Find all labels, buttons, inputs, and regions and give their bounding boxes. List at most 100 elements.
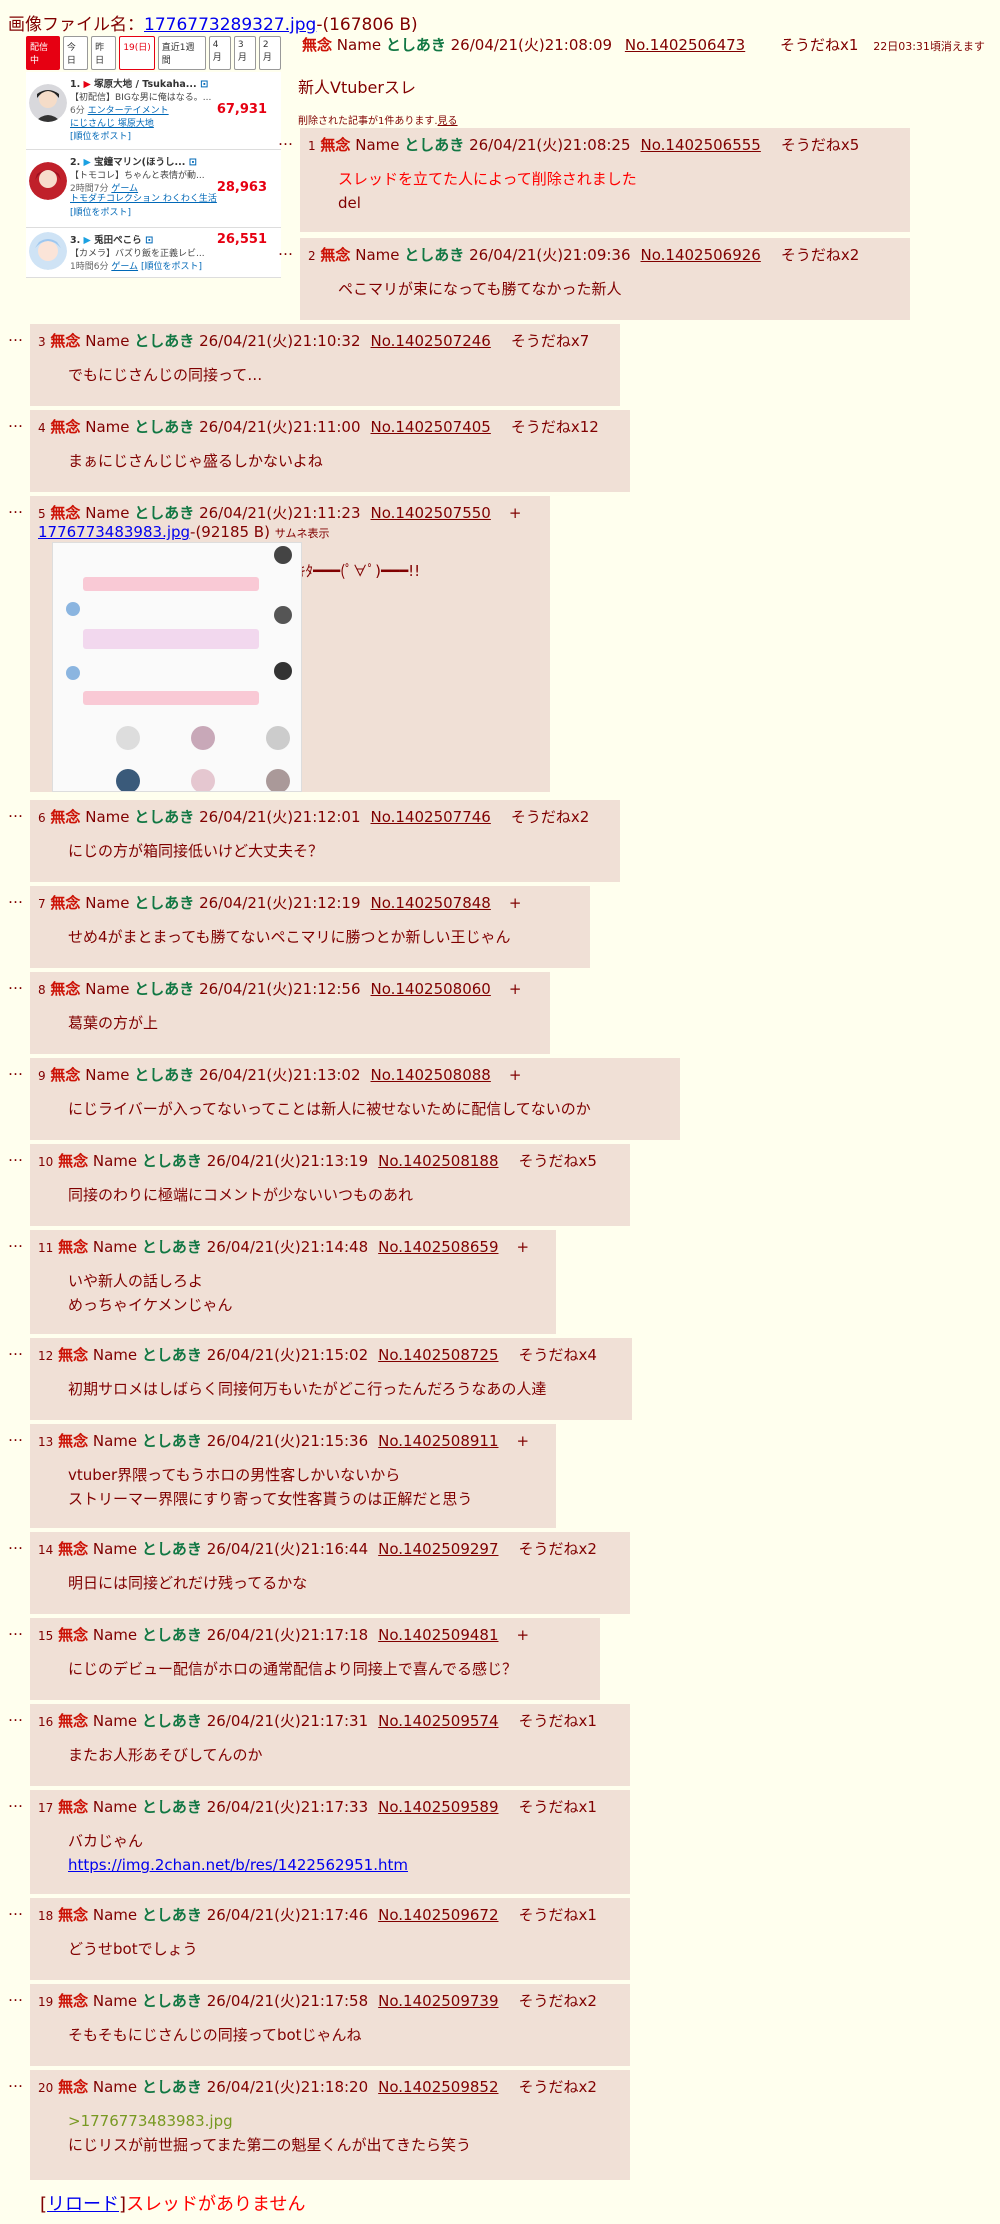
menu-dots[interactable]: … — [8, 2073, 23, 2091]
post-number[interactable]: No.1402507550 — [371, 504, 491, 522]
reply-body: いや新人の話しろよ めっちゃイケメンじゃん — [68, 1269, 544, 1317]
sodane-button[interactable]: + — [509, 504, 522, 522]
reply-body: 同接のわりに極端にコメントが少ないいつものあれ — [68, 1183, 618, 1207]
post-number[interactable]: No.1402506926 — [641, 246, 761, 264]
sodane-button[interactable]: そうだねx2 — [519, 2078, 597, 2096]
menu-dots[interactable]: … — [8, 1147, 23, 1165]
post-number[interactable]: No.1402507246 — [371, 332, 491, 350]
sodane-button[interactable]: そうだねx7 — [511, 332, 589, 350]
post-number[interactable]: No.1402508060 — [371, 980, 491, 998]
menu-dots[interactable]: … — [8, 803, 23, 821]
post-date: 26/04/21(火)21:18:20 — [206, 2078, 369, 2096]
reply-body-line: ストリーマー界隈にすり寄って女性客貰うのは正解だと思う — [68, 1490, 473, 1508]
sodane-button[interactable]: そうだねx1 — [519, 1798, 597, 1816]
sodane-button[interactable]: そうだねx1 — [780, 36, 858, 54]
image-link[interactable]: 1776773483983.jpg — [38, 523, 190, 541]
name-label: Name — [92, 1540, 138, 1558]
tab-week[interactable]: 直近1週間 — [157, 36, 206, 70]
menu-dots[interactable]: … — [8, 1987, 23, 2005]
tab-yesterday[interactable]: 昨日 — [91, 36, 117, 70]
post-number[interactable]: No.1402509481 — [378, 1626, 498, 1644]
sodane-button[interactable]: + — [517, 1238, 530, 1256]
post-number[interactable]: No.1402508911 — [378, 1432, 498, 1450]
post-date: 26/04/21(火)21:13:02 — [199, 1066, 361, 1084]
post-number[interactable]: No.1402509589 — [378, 1798, 498, 1816]
menu-dots[interactable]: … — [8, 413, 23, 431]
menu-dots[interactable]: … — [8, 1901, 23, 1919]
post-number[interactable]: No.1402509574 — [378, 1712, 498, 1730]
menu-dots[interactable]: … — [278, 241, 293, 259]
bookmark-icon[interactable]: ⊡ — [145, 235, 153, 246]
post-number[interactable]: No.1402508659 — [378, 1238, 498, 1256]
sodane-button[interactable]: そうだねx2 — [519, 1992, 597, 2010]
menu-dots[interactable]: … — [8, 1233, 23, 1251]
reload-link[interactable]: リロード — [47, 2194, 119, 2215]
thumbnail-toggle[interactable]: サムネ表示 — [275, 527, 330, 540]
menu-dots[interactable]: … — [8, 327, 23, 345]
sodane-button[interactable]: そうだねx2 — [781, 246, 859, 264]
post-rank-link[interactable]: [順位をポスト] — [141, 262, 202, 272]
menu-dots[interactable]: … — [8, 1341, 23, 1359]
tab-april[interactable]: 4月 — [208, 36, 231, 70]
reply-number: 9 — [38, 1069, 46, 1083]
tab-19[interactable]: 19(日) — [119, 36, 155, 70]
sodane-button[interactable]: + — [509, 894, 522, 912]
menu-dots[interactable]: … — [8, 499, 23, 517]
post-number[interactable]: No.1402509852 — [378, 2078, 498, 2096]
post-number[interactable]: No.1402509297 — [378, 1540, 498, 1558]
sodane-button[interactable]: そうだねx12 — [511, 418, 599, 436]
sodane-button[interactable]: そうだねx2 — [511, 808, 589, 826]
menu-dots[interactable]: … — [8, 1793, 23, 1811]
post-number[interactable]: No.1402506555 — [641, 136, 761, 154]
sodane-button[interactable]: そうだねx5 — [781, 136, 859, 154]
post-rank-link[interactable]: [順位をポスト] — [70, 205, 277, 218]
sodane-button[interactable]: そうだねx1 — [519, 1712, 597, 1730]
menu-dots[interactable]: … — [8, 1535, 23, 1553]
op-body: 新人Vtuberスレ — [298, 78, 416, 97]
post-number[interactable]: No.1402507405 — [371, 418, 491, 436]
sodane-button[interactable]: + — [517, 1432, 530, 1450]
ranking-item[interactable]: 3. ▶ 兎田ぺこら ⊡ 【カメラ】バズり飯を正義レビ... 1時間6分 ゲーム… — [26, 228, 281, 278]
post-number[interactable]: No.1402508725 — [378, 1346, 498, 1364]
sodane-button[interactable]: そうだねx5 — [519, 1152, 597, 1170]
menu-dots[interactable]: … — [8, 889, 23, 907]
sodane-button[interactable]: そうだねx1 — [519, 1906, 597, 1924]
sodane-button[interactable]: + — [517, 1626, 530, 1644]
sodane-button[interactable]: + — [509, 1066, 522, 1084]
post-number[interactable]: No.1402507746 — [371, 808, 491, 826]
menu-dots[interactable]: … — [8, 975, 23, 993]
post-number[interactable]: No.1402509672 — [378, 1906, 498, 1924]
name-label: Name — [92, 1626, 138, 1644]
menu-dots[interactable]: … — [8, 1621, 23, 1639]
file-link[interactable]: 1776773289327.jpg — [144, 15, 316, 35]
sodane-button[interactable]: そうだねx2 — [519, 1540, 597, 1558]
post-number[interactable]: No.1402508188 — [378, 1152, 498, 1170]
thread-link[interactable]: https://img.2chan.net/b/res/1422562951.h… — [68, 1856, 408, 1874]
post-rank-link[interactable]: [順位をポスト] — [70, 129, 277, 142]
tab-today[interactable]: 今日 — [62, 36, 89, 70]
bookmark-icon[interactable]: ⊡ — [189, 157, 197, 168]
reply-body-line: またお人形あそびしてんのか — [68, 1746, 263, 1764]
menu-dots[interactable]: … — [8, 1061, 23, 1079]
post-number[interactable]: No.1402507848 — [371, 894, 491, 912]
tab-feb[interactable]: 2月 — [258, 36, 281, 70]
menu-dots[interactable]: … — [8, 1707, 23, 1725]
reply-body-line: そもそもにじさんじの同接ってbotじゃんね — [68, 2026, 362, 2044]
sodane-button[interactable]: + — [509, 980, 522, 998]
name-label: Name — [92, 1798, 138, 1816]
ranking-widget: 配信中 今日 昨日 19(日) 直近1週間 4月 3月 2月 1. ▶ 塚原大地… — [26, 34, 281, 278]
post-number[interactable]: No.1402506473 — [625, 36, 745, 54]
post-thumbnail[interactable] — [52, 542, 302, 792]
sodane-button[interactable]: そうだねx4 — [519, 1346, 597, 1364]
ranking-item[interactable]: 2. ▶ 宝鐘マリン(ほうし... ⊡ 【トモコレ】ちゃんと表情が動... 2時… — [26, 150, 281, 228]
tab-march[interactable]: 3月 — [233, 36, 256, 70]
menu-dots[interactable]: … — [8, 1427, 23, 1445]
bookmark-icon[interactable]: ⊡ — [200, 79, 208, 90]
show-deleted-link[interactable]: 見る — [438, 116, 458, 127]
post-number[interactable]: No.1402508088 — [371, 1066, 491, 1084]
menu-dots[interactable]: … — [278, 131, 293, 149]
tab-live[interactable]: 配信中 — [26, 36, 60, 70]
post-number[interactable]: No.1402509739 — [378, 1992, 498, 2010]
ranking-item[interactable]: 1. ▶ 塚原大地 / Tsukaha... ⊡ 【初配信】BIGな男に俺はなる… — [26, 72, 281, 150]
reply-box: 3 無念 Name としあき 26/04/21(火)21:10:32 No.140… — [30, 324, 620, 406]
